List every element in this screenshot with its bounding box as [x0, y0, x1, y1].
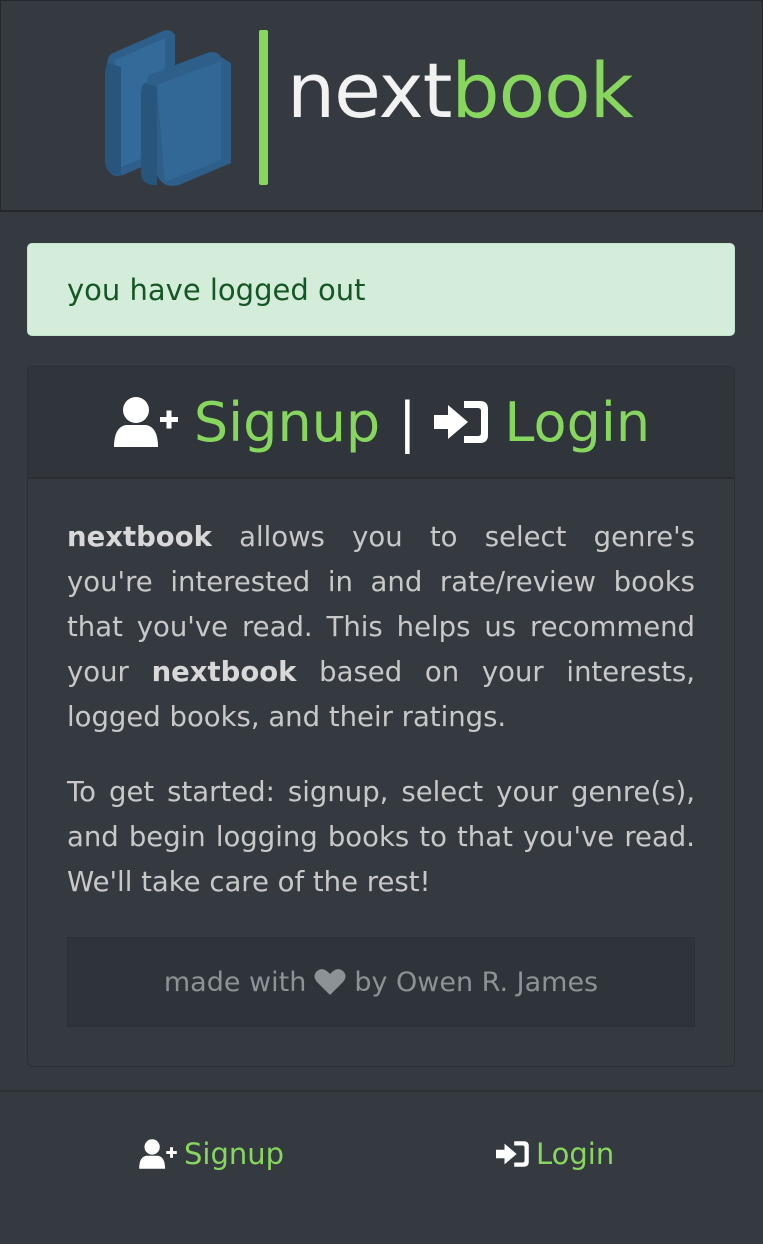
- footer-signup-label: Signup: [184, 1137, 285, 1171]
- books-icon: [105, 30, 231, 186]
- logo-divider: [259, 30, 268, 185]
- footer-login-link[interactable]: Login: [496, 1137, 614, 1171]
- intro-paragraph: nextbook allows you to select genre's yo…: [67, 515, 695, 740]
- sign-in-icon: [434, 401, 489, 443]
- footer-login-label: Login: [536, 1137, 615, 1171]
- alert-message: you have logged out: [67, 273, 366, 307]
- page: nextbook you have logged out Signup | Lo…: [0, 0, 763, 1244]
- card-header: Signup | Login: [28, 367, 734, 479]
- welcome-card: Signup | Login nextbook allows you to se…: [27, 366, 735, 1067]
- credit-text-before: made with: [163, 966, 307, 998]
- heart-icon: [314, 969, 346, 995]
- sign-in-icon: [496, 1141, 529, 1167]
- brand-name-part2: book: [451, 46, 633, 135]
- navbar: nextbook: [0, 0, 763, 212]
- user-plus-icon: [113, 397, 178, 447]
- header-signup-label: Signup: [193, 390, 381, 454]
- getting-started-paragraph: To get started: signup, select your genr…: [67, 776, 695, 898]
- brand-mention: nextbook: [151, 656, 297, 688]
- footer-signup-link[interactable]: Signup: [138, 1137, 284, 1171]
- bottom-nav: Signup Login: [0, 1090, 763, 1244]
- credit-text-after: by Owen R. James: [354, 966, 599, 998]
- header-login-link[interactable]: Login: [434, 391, 650, 454]
- brand-name-part1: next: [287, 46, 452, 135]
- brand-logo[interactable]: nextbook: [101, 25, 681, 190]
- header-separator: |: [398, 390, 417, 454]
- header-signup-link[interactable]: Signup: [112, 391, 380, 454]
- logout-alert: you have logged out: [27, 243, 735, 336]
- brand-wordmark: nextbook: [287, 53, 634, 129]
- user-plus-icon: [139, 1139, 177, 1169]
- card-body: nextbook allows you to select genre's yo…: [67, 515, 695, 905]
- credit-footer: made with by Owen R. James: [67, 937, 695, 1027]
- brand-mention: nextbook: [67, 521, 212, 553]
- header-login-label: Login: [504, 390, 651, 454]
